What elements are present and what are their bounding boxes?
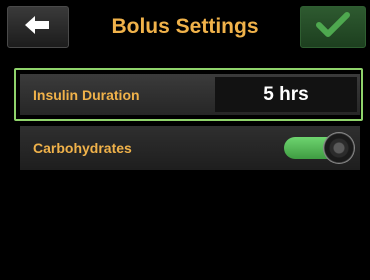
carbohydrates-toggle[interactable] — [284, 133, 354, 163]
back-button[interactable] — [7, 6, 69, 48]
checkmark-icon — [316, 11, 350, 43]
arrow-left-icon — [25, 15, 51, 40]
carbohydrates-label: Carbohydrates — [33, 140, 132, 156]
page-title: Bolus Settings — [111, 15, 259, 38]
toggle-knob — [324, 133, 354, 163]
header-bar: Bolus Settings — [0, 0, 370, 54]
insulin-duration-label: Insulin Duration — [33, 86, 140, 103]
confirm-button[interactable] — [300, 6, 366, 48]
insulin-duration-row[interactable]: Insulin Duration 5 hrs — [20, 74, 360, 115]
bolus-settings-screen: Bolus Settings Insulin Duration 5 hrs Ca… — [0, 0, 370, 280]
insulin-duration-value[interactable]: 5 hrs — [215, 77, 357, 112]
carbohydrates-row[interactable]: Carbohydrates — [20, 126, 360, 170]
